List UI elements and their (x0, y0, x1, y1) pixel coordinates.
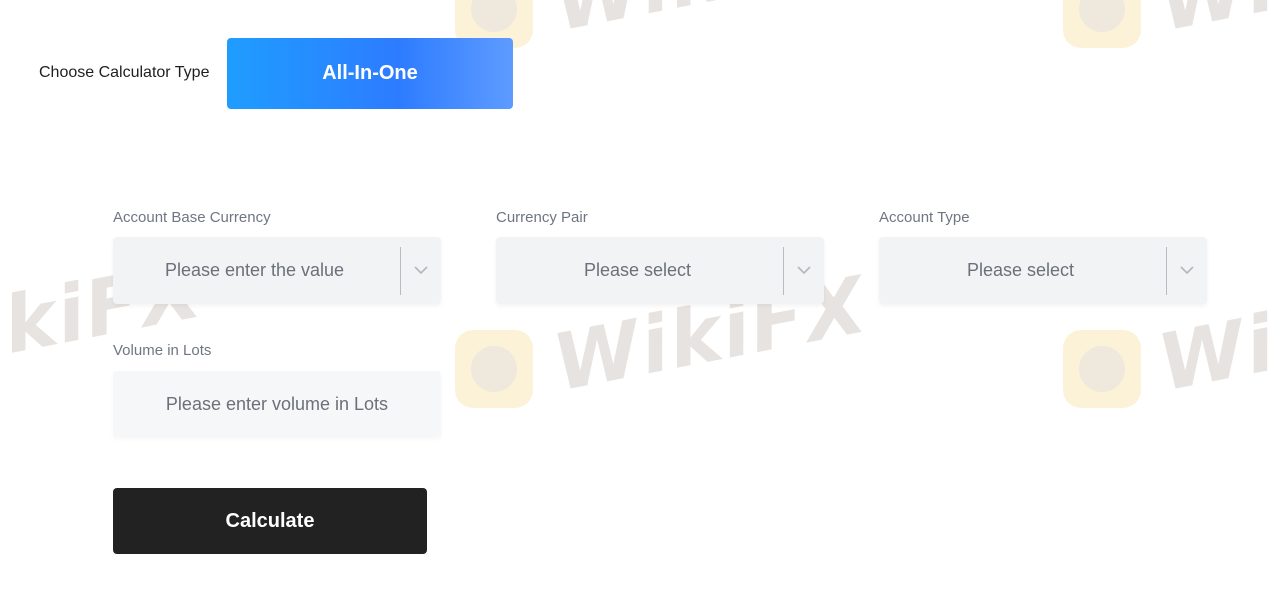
account-base-currency-placeholder: Please enter the value (164, 260, 345, 280)
chevron-down-icon (702, 69, 716, 78)
account-type-label: Account Type (879, 209, 970, 226)
account-base-currency-label: Account Base Currency (113, 209, 271, 226)
chevron-down-icon (797, 266, 811, 275)
calculator-type-select[interactable]: All-In-One (227, 38, 716, 109)
currency-pair-label: Currency Pair (496, 209, 588, 226)
watermark-logo-icon (1063, 330, 1141, 408)
currency-pair-select[interactable]: Please select (496, 237, 824, 304)
select-divider (1166, 247, 1167, 295)
watermark-text: WikiFX (546, 0, 874, 49)
select-divider (400, 247, 401, 295)
volume-input[interactable] (113, 371, 441, 437)
currency-pair-placeholder: Please select (583, 260, 692, 280)
calculate-button[interactable]: Calculate (113, 488, 427, 554)
account-type-select[interactable]: Please select (879, 237, 1207, 304)
watermark-logo-icon (1063, 0, 1141, 48)
watermark-logo-icon (455, 330, 533, 408)
account-type-placeholder: Please select (966, 260, 1075, 280)
account-base-currency-select[interactable]: Please enter the value (113, 237, 441, 304)
chevron-down-icon (414, 266, 428, 275)
chevron-down-icon (1180, 266, 1194, 275)
watermark-text: WikiFX (1151, 0, 1268, 49)
volume-label: Volume in Lots (113, 342, 212, 359)
calculator-type-label: Choose Calculator Type (39, 64, 210, 81)
calculator-type-value: All-In-One (322, 62, 418, 84)
select-divider (783, 247, 784, 295)
